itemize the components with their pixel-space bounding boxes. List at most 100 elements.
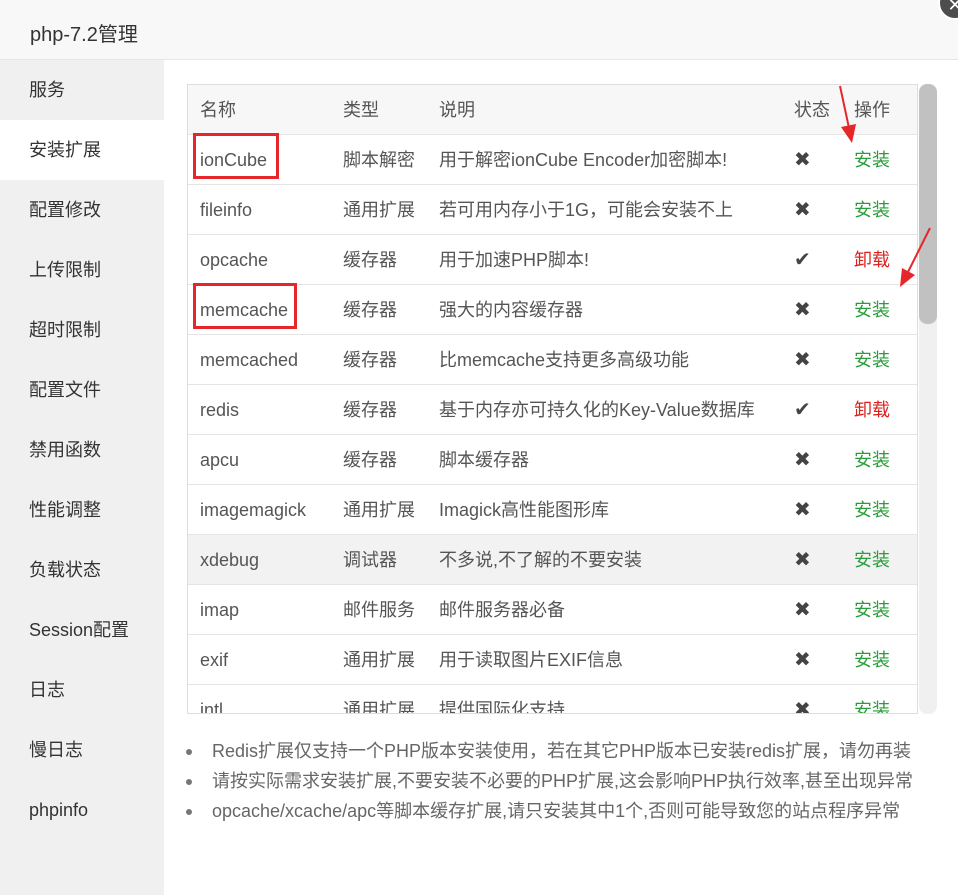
extension-name: memcached — [200, 350, 299, 370]
cross-icon: ✖ — [794, 699, 811, 714]
install-button[interactable]: 安装 — [854, 485, 890, 535]
extension-type: 脚本解密 — [343, 150, 415, 170]
sidebar-item[interactable]: 性能调整 — [0, 480, 164, 540]
extension-description: 脚本缓存器 — [439, 450, 529, 470]
sidebar-item[interactable]: 配置文件 — [0, 360, 164, 420]
extension-name: xdebug — [200, 550, 260, 570]
check-icon: ✔ — [794, 249, 811, 271]
sidebar-item[interactable]: 禁用函数 — [0, 420, 164, 480]
install-button[interactable]: 安装 — [854, 585, 890, 635]
sidebar-item[interactable]: 安装扩展 — [0, 120, 164, 180]
extension-type: 邮件服务 — [343, 600, 415, 620]
sidebar-item[interactable]: 配置修改 — [0, 180, 164, 240]
table-row: memcached 缓存器 比memcache支持更多高级功能 ✖ 安装 — [188, 335, 917, 385]
cross-icon: ✖ — [794, 149, 811, 171]
extension-name: imap — [200, 600, 240, 620]
uninstall-button[interactable]: 卸载 — [854, 235, 890, 285]
cross-icon: ✖ — [794, 349, 811, 371]
extension-description: 邮件服务器必备 — [439, 600, 565, 620]
install-button[interactable]: 安装 — [854, 285, 890, 335]
extension-description: 用于加速PHP脚本! — [439, 250, 590, 270]
install-button[interactable]: 安装 — [854, 335, 890, 385]
extension-description: 提供国际化支持 — [439, 700, 565, 714]
sidebar-item[interactable]: 上传限制 — [0, 240, 164, 300]
install-button[interactable]: 安装 — [854, 535, 890, 585]
extension-name: intl — [200, 700, 224, 714]
extension-type: 通用扩展 — [343, 500, 415, 520]
sidebar: 服务 安装扩展 配置修改 上传限制 超时限制 配置文件 禁用函数 性能调整 负载状态 Sessio… — [0, 60, 164, 895]
extension-name: apcu — [200, 450, 240, 470]
cross-icon: ✖ — [794, 449, 811, 471]
table-row: redis 缓存器 基于内存亦可持久化的Key-Value数据库 ✔ 卸载 — [188, 385, 917, 435]
table-row: memcache 缓存器 强大的内容缓存器 ✖ 安装 — [188, 283, 917, 335]
extension-type: 通用扩展 — [343, 700, 415, 714]
main-panel: 名称 类型 说明 状态 操作 ionCube 脚本解密 用于解密ionCube En… — [164, 60, 958, 895]
extension-description: 用于读取图片EXIF信息 — [439, 650, 624, 670]
note-item: opcache/xcache/apc等脚本缓存扩展,请只安装其中1个,否则可能导… — [186, 796, 926, 826]
extension-description: 若可用内存小于1G，可能会安装不上 — [439, 200, 734, 220]
table-row: ionCube 脚本解密 用于解密ionCube Encoder加密脚本! ✖ 安装 — [188, 133, 917, 185]
check-icon: ✔ — [794, 399, 811, 421]
extension-type: 缓存器 — [343, 450, 397, 470]
header-op: 操作 — [854, 100, 890, 120]
header-status: 状态 — [794, 100, 830, 120]
extension-description: 不多说,不了解的不要安装 — [439, 550, 642, 570]
notes-list: Redis扩展仅支持一个PHP版本安装使用，若在其它PHP版本已安装redis扩… — [186, 736, 926, 826]
sidebar-item[interactable]: 日志 — [0, 660, 164, 720]
table-row: intl 通用扩展 提供国际化支持 ✖ 安装 — [188, 685, 917, 714]
sidebar-item[interactable]: 服务 — [0, 60, 164, 120]
extensions-table: 名称 类型 说明 状态 操作 ionCube 脚本解密 用于解密ionCube En… — [187, 84, 918, 714]
window-titlebar: php-7.2管理 — [0, 0, 958, 60]
table-row: fileinfo 通用扩展 若可用内存小于1G，可能会安装不上 ✖ 安装 — [188, 185, 917, 235]
extension-description: 比memcache支持更多高级功能 — [439, 350, 690, 370]
install-button[interactable]: 安装 — [854, 435, 890, 485]
table-scrollbar[interactable] — [919, 84, 937, 714]
sidebar-item[interactable]: 超时限制 — [0, 300, 164, 360]
extension-type: 缓存器 — [343, 350, 397, 370]
extension-name: exif — [200, 650, 229, 670]
note-item: Redis扩展仅支持一个PHP版本安装使用，若在其它PHP版本已安装redis扩… — [186, 736, 926, 766]
cross-icon: ✖ — [794, 499, 811, 521]
install-button[interactable]: 安装 — [854, 635, 890, 685]
sidebar-item[interactable]: phpinfo — [0, 780, 164, 840]
sidebar-item[interactable]: 慢日志 — [0, 720, 164, 780]
extension-name: opcache — [200, 250, 269, 270]
scrollbar-thumb[interactable] — [919, 84, 937, 324]
extension-description: 用于解密ionCube Encoder加密脚本! — [439, 150, 728, 170]
header-desc: 说明 — [439, 100, 475, 120]
highlight-box — [193, 133, 279, 179]
note-item: 请按实际需求安装扩展,不要安装不必要的PHP扩展,这会影响PHP执行效率,甚至出… — [186, 766, 926, 796]
cross-icon: ✖ — [794, 549, 811, 571]
install-button[interactable]: 安装 — [854, 135, 890, 185]
header-name: 名称 — [200, 100, 236, 120]
table-row: exif 通用扩展 用于读取图片EXIF信息 ✖ 安装 — [188, 635, 917, 685]
table-row: imap 邮件服务 邮件服务器必备 ✖ 安装 — [188, 585, 917, 635]
sidebar-item[interactable]: Session配置 — [0, 600, 164, 660]
extension-name: imagemagick — [200, 500, 307, 520]
table-header: 名称 类型 说明 状态 操作 — [188, 85, 917, 135]
extension-type: 通用扩展 — [343, 650, 415, 670]
cross-icon: ✖ — [794, 649, 811, 671]
highlight-box — [193, 283, 297, 329]
extension-description: Imagick高性能图形库 — [439, 500, 610, 520]
extension-type: 调试器 — [343, 550, 397, 570]
extension-name: redis — [200, 400, 240, 420]
install-button[interactable]: 安装 — [854, 185, 890, 235]
sidebar-item[interactable]: 负载状态 — [0, 540, 164, 600]
header-type: 类型 — [343, 100, 379, 120]
cross-icon: ✖ — [794, 299, 811, 321]
cross-icon: ✖ — [794, 199, 811, 221]
table-row: apcu 缓存器 脚本缓存器 ✖ 安装 — [188, 435, 917, 485]
extension-type: 缓存器 — [343, 400, 397, 420]
extension-type: 通用扩展 — [343, 200, 415, 220]
extension-description: 基于内存亦可持久化的Key-Value数据库 — [439, 400, 755, 420]
window-title: php-7.2管理 — [30, 24, 138, 46]
extension-name: fileinfo — [200, 200, 253, 220]
extension-type: 缓存器 — [343, 250, 397, 270]
extension-description: 强大的内容缓存器 — [439, 300, 583, 320]
table-row: opcache 缓存器 用于加速PHP脚本! ✔ 卸载 — [188, 235, 917, 285]
uninstall-button[interactable]: 卸载 — [854, 385, 890, 435]
cross-icon: ✖ — [794, 599, 811, 621]
extension-type: 缓存器 — [343, 300, 397, 320]
install-button[interactable]: 安装 — [854, 685, 890, 713]
